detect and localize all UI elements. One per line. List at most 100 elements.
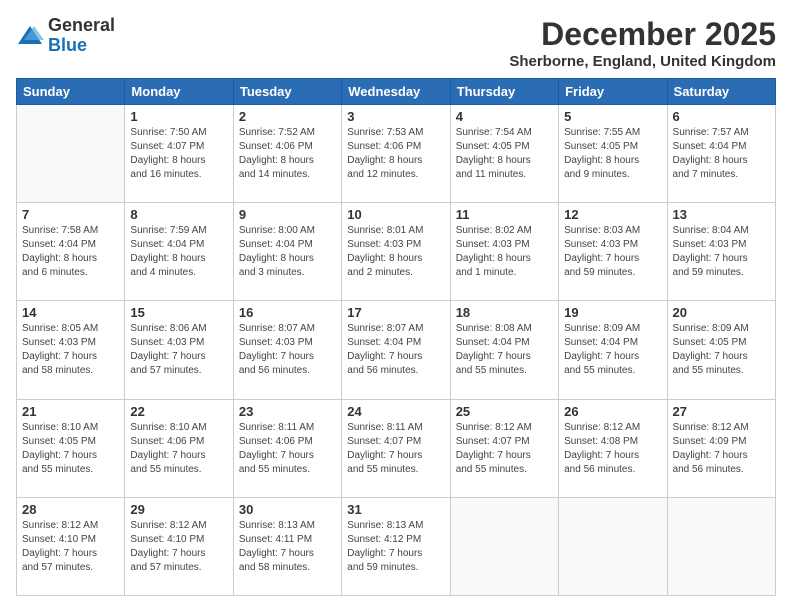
day-cell: 22 Sunrise: 8:10 AM Sunset: 4:06 PM Dayli…: [125, 399, 233, 497]
day-number: 29: [130, 502, 227, 517]
day-number: 30: [239, 502, 336, 517]
day-cell: 8 Sunrise: 7:59 AM Sunset: 4:04 PM Daylig…: [125, 203, 233, 301]
day-number: 28: [22, 502, 119, 517]
day-cell: 5 Sunrise: 7:55 AM Sunset: 4:05 PM Daylig…: [559, 105, 667, 203]
day-cell: 30 Sunrise: 8:13 AM Sunset: 4:11 PM Dayli…: [233, 497, 341, 595]
day-info: Sunrise: 8:07 AM Sunset: 4:04 PM Dayligh…: [347, 322, 444, 378]
day-number: 12: [564, 207, 661, 222]
day-cell: [667, 497, 775, 595]
day-number: 7: [22, 207, 119, 222]
day-number: 2: [239, 109, 336, 124]
day-number: 18: [456, 305, 553, 320]
col-thursday: Thursday: [450, 79, 558, 105]
day-info: Sunrise: 8:11 AM Sunset: 4:06 PM Dayligh…: [239, 421, 336, 477]
day-cell: 11 Sunrise: 8:02 AM Sunset: 4:03 PM Dayli…: [450, 203, 558, 301]
day-info: Sunrise: 7:52 AM Sunset: 4:06 PM Dayligh…: [239, 126, 336, 182]
day-info: Sunrise: 8:12 AM Sunset: 4:09 PM Dayligh…: [673, 421, 770, 477]
day-info: Sunrise: 8:05 AM Sunset: 4:03 PM Dayligh…: [22, 322, 119, 378]
day-cell: 9Sunrise: 8:00 AM Sunset: 4:04 PM Daylig…: [233, 203, 341, 301]
day-number: 31: [347, 502, 444, 517]
day-info: Sunrise: 8:06 AM Sunset: 4:03 PM Dayligh…: [130, 322, 227, 378]
day-cell: 20 Sunrise: 8:09 AM Sunset: 4:05 PM Dayli…: [667, 301, 775, 399]
day-number: 13: [673, 207, 770, 222]
day-cell: 7 Sunrise: 7:58 AM Sunset: 4:04 PM Daylig…: [17, 203, 125, 301]
col-friday: Friday: [559, 79, 667, 105]
day-info: Sunrise: 8:00 AM Sunset: 4:04 PM Dayligh…: [239, 224, 336, 280]
page: General Blue December 2025 Sherborne, En…: [0, 0, 792, 612]
day-number: 14: [22, 305, 119, 320]
day-info: Sunrise: 8:01 AM Sunset: 4:03 PM Dayligh…: [347, 224, 444, 280]
col-tuesday: Tuesday: [233, 79, 341, 105]
day-number: 5: [564, 109, 661, 124]
header: General Blue December 2025 Sherborne, En…: [16, 16, 776, 70]
logo-icon: [16, 22, 44, 50]
day-info: Sunrise: 8:13 AM Sunset: 4:11 PM Dayligh…: [239, 519, 336, 575]
day-info: Sunrise: 8:08 AM Sunset: 4:04 PM Dayligh…: [456, 322, 553, 378]
day-number: 4: [456, 109, 553, 124]
day-number: 8: [130, 207, 227, 222]
day-number: 20: [673, 305, 770, 320]
day-info: Sunrise: 8:11 AM Sunset: 4:07 PM Dayligh…: [347, 421, 444, 477]
location: Sherborne, England, United Kingdom: [509, 53, 776, 70]
day-cell: 25Sunrise: 8:12 AM Sunset: 4:07 PM Dayli…: [450, 399, 558, 497]
day-number: 19: [564, 305, 661, 320]
day-info: Sunrise: 8:04 AM Sunset: 4:03 PM Dayligh…: [673, 224, 770, 280]
col-saturday: Saturday: [667, 79, 775, 105]
day-info: Sunrise: 7:59 AM Sunset: 4:04 PM Dayligh…: [130, 224, 227, 280]
day-cell: 3Sunrise: 7:53 AM Sunset: 4:06 PM Daylig…: [342, 105, 450, 203]
week-row-4: 28 Sunrise: 8:12 AM Sunset: 4:10 PM Dayli…: [17, 497, 776, 595]
day-info: Sunrise: 8:12 AM Sunset: 4:10 PM Dayligh…: [130, 519, 227, 575]
day-info: Sunrise: 8:07 AM Sunset: 4:03 PM Dayligh…: [239, 322, 336, 378]
day-number: 24: [347, 404, 444, 419]
day-cell: 17 Sunrise: 8:07 AM Sunset: 4:04 PM Dayli…: [342, 301, 450, 399]
day-info: Sunrise: 8:03 AM Sunset: 4:03 PM Dayligh…: [564, 224, 661, 280]
calendar-table: Sunday Monday Tuesday Wednesday Thursday…: [16, 78, 776, 596]
day-cell: 24 Sunrise: 8:11 AM Sunset: 4:07 PM Dayli…: [342, 399, 450, 497]
calendar-header-row: Sunday Monday Tuesday Wednesday Thursday…: [17, 79, 776, 105]
day-cell: 4 Sunrise: 7:54 AM Sunset: 4:05 PM Daylig…: [450, 105, 558, 203]
day-cell: 28 Sunrise: 8:12 AM Sunset: 4:10 PM Dayli…: [17, 497, 125, 595]
day-cell: 10 Sunrise: 8:01 AM Sunset: 4:03 PM Dayli…: [342, 203, 450, 301]
day-number: 15: [130, 305, 227, 320]
week-row-1: 7 Sunrise: 7:58 AM Sunset: 4:04 PM Daylig…: [17, 203, 776, 301]
day-cell: 13 Sunrise: 8:04 AM Sunset: 4:03 PM Dayli…: [667, 203, 775, 301]
day-info: Sunrise: 7:58 AM Sunset: 4:04 PM Dayligh…: [22, 224, 119, 280]
day-info: Sunrise: 8:12 AM Sunset: 4:08 PM Dayligh…: [564, 421, 661, 477]
day-info: Sunrise: 8:02 AM Sunset: 4:03 PM Dayligh…: [456, 224, 553, 280]
day-info: Sunrise: 8:13 AM Sunset: 4:12 PM Dayligh…: [347, 519, 444, 575]
day-cell: 27Sunrise: 8:12 AM Sunset: 4:09 PM Dayli…: [667, 399, 775, 497]
day-cell: 6Sunrise: 7:57 AM Sunset: 4:04 PM Daylig…: [667, 105, 775, 203]
day-info: Sunrise: 7:50 AM Sunset: 4:07 PM Dayligh…: [130, 126, 227, 182]
day-cell: 2 Sunrise: 7:52 AM Sunset: 4:06 PM Daylig…: [233, 105, 341, 203]
day-info: Sunrise: 8:12 AM Sunset: 4:10 PM Dayligh…: [22, 519, 119, 575]
day-number: 3: [347, 109, 444, 124]
day-cell: [450, 497, 558, 595]
day-cell: 21 Sunrise: 8:10 AM Sunset: 4:05 PM Dayli…: [17, 399, 125, 497]
day-number: 23: [239, 404, 336, 419]
day-number: 22: [130, 404, 227, 419]
day-number: 16: [239, 305, 336, 320]
day-number: 17: [347, 305, 444, 320]
day-cell: 1 Sunrise: 7:50 AM Sunset: 4:07 PM Daylig…: [125, 105, 233, 203]
day-number: 10: [347, 207, 444, 222]
day-number: 11: [456, 207, 553, 222]
day-cell: 26 Sunrise: 8:12 AM Sunset: 4:08 PM Dayli…: [559, 399, 667, 497]
day-number: 26: [564, 404, 661, 419]
day-cell: 16 Sunrise: 8:07 AM Sunset: 4:03 PM Dayli…: [233, 301, 341, 399]
day-info: Sunrise: 8:12 AM Sunset: 4:07 PM Dayligh…: [456, 421, 553, 477]
day-info: Sunrise: 8:10 AM Sunset: 4:06 PM Dayligh…: [130, 421, 227, 477]
day-number: 1: [130, 109, 227, 124]
col-monday: Monday: [125, 79, 233, 105]
day-cell: 18 Sunrise: 8:08 AM Sunset: 4:04 PM Dayli…: [450, 301, 558, 399]
col-wednesday: Wednesday: [342, 79, 450, 105]
day-cell: [17, 105, 125, 203]
day-number: 21: [22, 404, 119, 419]
week-row-3: 21 Sunrise: 8:10 AM Sunset: 4:05 PM Dayli…: [17, 399, 776, 497]
logo-general: General: [48, 15, 115, 35]
day-info: Sunrise: 8:10 AM Sunset: 4:05 PM Dayligh…: [22, 421, 119, 477]
day-info: Sunrise: 7:55 AM Sunset: 4:05 PM Dayligh…: [564, 126, 661, 182]
day-info: Sunrise: 7:54 AM Sunset: 4:05 PM Dayligh…: [456, 126, 553, 182]
week-row-2: 14 Sunrise: 8:05 AM Sunset: 4:03 PM Dayli…: [17, 301, 776, 399]
day-cell: 15 Sunrise: 8:06 AM Sunset: 4:03 PM Dayli…: [125, 301, 233, 399]
day-info: Sunrise: 8:09 AM Sunset: 4:05 PM Dayligh…: [673, 322, 770, 378]
